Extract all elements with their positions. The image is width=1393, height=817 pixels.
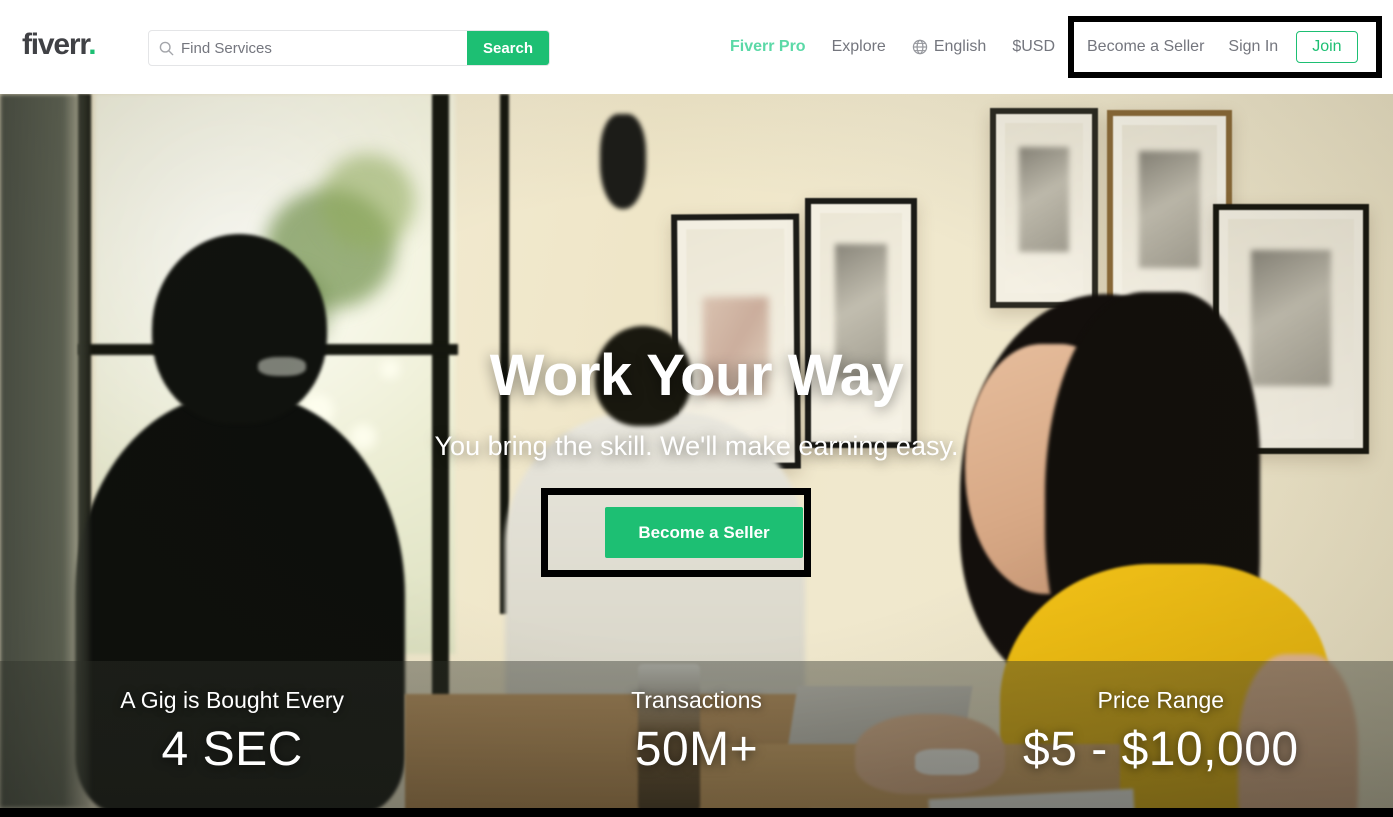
become-a-seller-button[interactable]: Become a Seller (605, 507, 803, 558)
search-input[interactable] (181, 31, 467, 65)
search-field[interactable] (149, 31, 467, 65)
nav-language-label: English (933, 38, 987, 55)
nav-become-a-seller[interactable]: Become a Seller (1087, 38, 1204, 56)
stat-value: 4 SEC (161, 723, 303, 776)
globe-icon (912, 39, 928, 55)
nav-explore[interactable]: Explore (832, 38, 886, 56)
bottom-black-bar (0, 808, 1393, 817)
fiverr-logo[interactable]: fiverr. (22, 28, 97, 61)
stat-item: Price Range $5 - $10,000 (929, 661, 1393, 808)
annotation-box-cta: Become a Seller (541, 488, 811, 577)
stat-label: Price Range (1097, 687, 1225, 713)
nav-currency[interactable]: $USD (1012, 38, 1055, 56)
logo-wordmark: fiverr (22, 28, 89, 61)
stat-item: Transactions 50M+ (464, 661, 928, 808)
nav-fiverr-pro[interactable]: Fiverr Pro (730, 38, 806, 56)
nav-language[interactable]: English (912, 38, 986, 56)
stat-label: A Gig is Bought Every (120, 687, 345, 713)
auth-nav-group: Become a Seller Sign In Join (1074, 22, 1376, 72)
hero-section: Work Your Way You bring the skill. We'll… (0, 94, 1393, 808)
nav-sign-in[interactable]: Sign In (1228, 38, 1278, 56)
stat-label: Transactions (631, 687, 762, 713)
stat-item: A Gig is Bought Every 4 SEC (0, 661, 464, 808)
annotation-box-auth-nav: Become a Seller Sign In Join (1068, 16, 1382, 78)
search-bar: Search (148, 30, 550, 66)
fiverr-homepage: fiverr. Search Fiverr Pro Explore (0, 0, 1393, 817)
stat-value: $5 - $10,000 (1023, 723, 1299, 776)
search-icon (159, 41, 174, 55)
search-button[interactable]: Search (467, 31, 549, 65)
stats-bar: A Gig is Bought Every 4 SEC Transactions… (0, 661, 1393, 808)
join-button[interactable]: Join (1296, 31, 1358, 63)
stat-value: 50M+ (634, 723, 759, 776)
site-header: fiverr. Search Fiverr Pro Explore (0, 0, 1393, 94)
logo-dot: . (88, 28, 96, 61)
